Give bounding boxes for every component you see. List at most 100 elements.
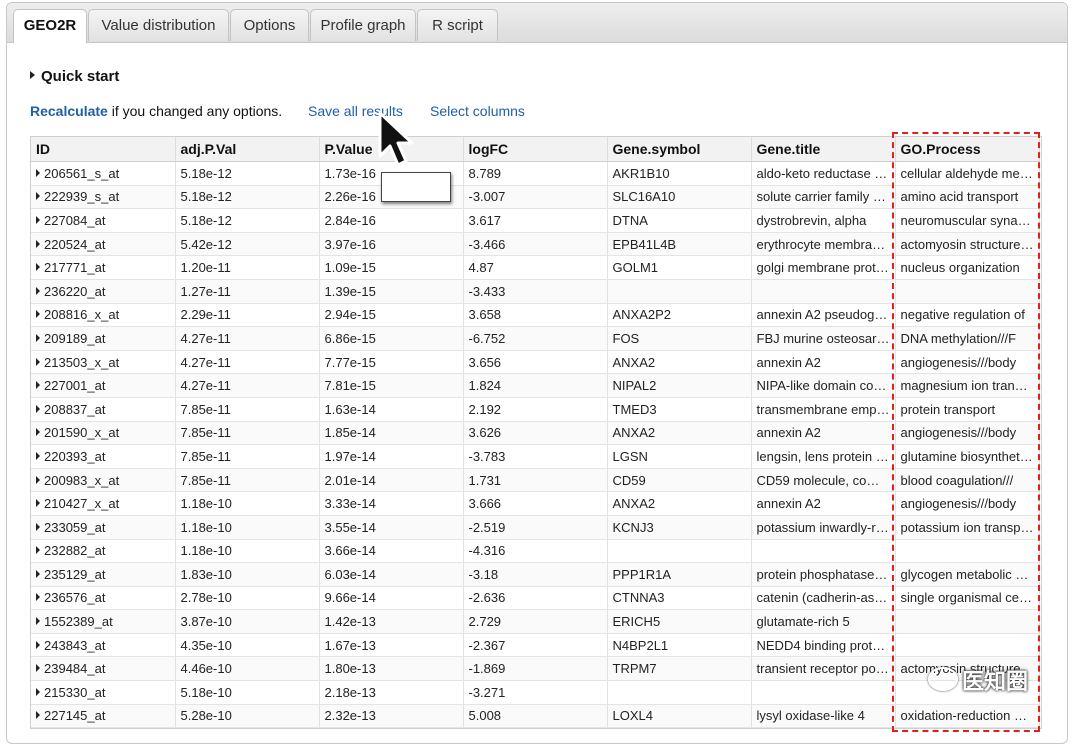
- row-expand-icon[interactable]: [36, 404, 40, 413]
- cell-adj-p-val: 4.27e-11: [175, 350, 320, 375]
- row-id-text: 236220_at: [44, 283, 106, 299]
- cell-adj-p-val: 1.18e-10: [175, 491, 320, 516]
- row-id-text: 222939_s_at: [44, 189, 120, 205]
- row-expand-icon[interactable]: [36, 168, 40, 177]
- table-row: 208837_at 7.85e-11 1.63e-14 2.192 TMED3 trans…: [31, 397, 1040, 422]
- cell-go-process: angiogenesis///body: [895, 421, 1040, 446]
- tab-profile-graph[interactable]: Profile graph: [310, 9, 416, 41]
- row-expand-icon[interactable]: [36, 522, 40, 531]
- row-expand-icon[interactable]: [36, 286, 40, 295]
- cell-gene-title: catenin (cadherin-associated protein), a…: [751, 586, 896, 611]
- cell-id: 217771_at: [31, 255, 176, 280]
- row-expand-icon[interactable]: [36, 239, 40, 248]
- cell-gene-title: protein phosphatase 1 regulatory inhibit…: [751, 562, 896, 587]
- cell-logfc: -2.367: [463, 633, 608, 658]
- row-id-text: 209189_at: [44, 330, 106, 346]
- row-expand-icon[interactable]: [36, 664, 40, 673]
- row-expand-icon[interactable]: [36, 357, 40, 366]
- expand-triangle-icon: [30, 71, 35, 79]
- tab-options[interactable]: Options: [230, 9, 309, 41]
- column-header-gene-symbol[interactable]: Gene.symbol: [607, 137, 752, 162]
- cell-go-process: protein transport: [895, 397, 1040, 422]
- cell-logfc: 8.789: [463, 161, 608, 186]
- cell-go-process: glycogen metabolic process: [895, 562, 1040, 587]
- cell-gene-symbol: ANXA2P2: [607, 303, 752, 328]
- row-expand-icon[interactable]: [36, 333, 40, 342]
- column-header-logfc[interactable]: logFC: [463, 137, 608, 162]
- cell-go-process: blood coagulation///: [895, 468, 1040, 493]
- cell-gene-title: transient receptor potential cation chan…: [751, 656, 896, 682]
- cell-adj-p-val: 7.85e-11: [175, 421, 320, 446]
- table-row: 209189_at 4.27e-11 6.86e-15 -6.752 FOS FBJ mu…: [31, 326, 1040, 351]
- cell-go-process: amino acid transport: [895, 185, 1040, 210]
- cell-logfc: -3.466: [463, 232, 608, 257]
- tab-r-script[interactable]: R script: [417, 9, 498, 41]
- column-header-id[interactable]: ID: [31, 137, 176, 162]
- table-row: 243843_at 4.35e-10 1.67e-13 -2.367 N4BP2L1 NE…: [31, 633, 1040, 658]
- tab-value-distribution[interactable]: Value distribution: [88, 9, 229, 41]
- cell-gene-symbol: LOXL4: [607, 704, 752, 729]
- cell-gene-title: glutamate-rich 5: [751, 609, 896, 634]
- row-expand-icon[interactable]: [36, 687, 40, 696]
- row-expand-icon[interactable]: [36, 499, 40, 508]
- cell-logfc: 2.729: [463, 609, 608, 634]
- cell-p-value: 1.09e-15: [319, 255, 464, 280]
- row-id-text: 220393_at: [44, 448, 106, 464]
- cell-logfc: -1.869: [463, 656, 608, 682]
- cell-p-value: 3.33e-14: [319, 491, 464, 516]
- cell-id: 227084_at: [31, 208, 176, 233]
- cell-gene-symbol: PPP1R1A: [607, 562, 752, 587]
- cell-id: 227001_at: [31, 373, 176, 398]
- row-expand-icon[interactable]: [36, 451, 40, 460]
- cell-adj-p-val: 7.85e-11: [175, 468, 320, 493]
- cell-id: 1552389_at: [31, 609, 176, 634]
- row-expand-icon[interactable]: [36, 640, 40, 649]
- cell-adj-p-val: 1.20e-11: [175, 255, 320, 280]
- cell-p-value: 1.39e-15: [319, 279, 464, 304]
- table-row: 236220_at 1.27e-11 1.39e-15 -3.433: [31, 279, 1040, 304]
- row-id-text: 239484_at: [44, 661, 106, 677]
- cell-p-value: 3.66e-14: [319, 539, 464, 564]
- table-row: 210427_x_at 1.18e-10 3.33e-14 3.666 ANXA2 ann…: [31, 491, 1040, 516]
- row-expand-icon[interactable]: [36, 593, 40, 602]
- row-expand-icon[interactable]: [36, 192, 40, 201]
- cell-go-process: negative regulation of: [895, 303, 1040, 328]
- column-header-adj-p-val[interactable]: adj.P.Val: [175, 137, 320, 162]
- cell-adj-p-val: 1.18e-10: [175, 515, 320, 540]
- row-expand-icon[interactable]: [36, 711, 40, 720]
- row-expand-icon[interactable]: [36, 475, 40, 484]
- table-row: 233059_at 1.18e-10 3.55e-14 -2.519 KCNJ3 pota…: [31, 515, 1040, 540]
- column-header-go-process[interactable]: GO.Process: [895, 137, 1040, 162]
- table-row: 213503_x_at 4.27e-11 7.77e-15 3.656 ANXA2 ann…: [31, 350, 1040, 375]
- table-row: 236576_at 2.78e-10 9.66e-14 -2.636 CTNNA3 cat…: [31, 586, 1040, 611]
- row-expand-icon[interactable]: [36, 428, 40, 437]
- row-expand-icon[interactable]: [36, 263, 40, 272]
- row-expand-icon[interactable]: [36, 569, 40, 578]
- select-columns-link[interactable]: Select columns: [430, 103, 525, 119]
- cell-gene-symbol: ANXA2: [607, 350, 752, 375]
- cell-id: 227145_at: [31, 704, 176, 729]
- recalculate-link[interactable]: Recalculate: [30, 103, 108, 119]
- cell-adj-p-val: 1.83e-10: [175, 562, 320, 587]
- cell-go-process: [895, 279, 1040, 304]
- row-expand-icon[interactable]: [36, 310, 40, 319]
- row-expand-icon[interactable]: [36, 215, 40, 224]
- row-expand-icon[interactable]: [36, 546, 40, 555]
- cell-p-value: 1.42e-13: [319, 609, 464, 634]
- row-expand-icon[interactable]: [36, 617, 40, 626]
- cell-gene-title: transmembrane emp24 protein transport do…: [751, 397, 896, 422]
- cell-logfc: -3.783: [463, 444, 608, 469]
- cell-gene-symbol: NIPAL2: [607, 373, 752, 398]
- row-expand-icon[interactable]: [36, 381, 40, 390]
- row-id-text: 200983_x_at: [44, 472, 120, 488]
- column-header-gene-title[interactable]: Gene.title: [751, 137, 896, 162]
- table-row: 208816_x_at 2.29e-11 2.94e-15 3.658 ANXA2P2 a…: [31, 303, 1040, 328]
- cell-go-process: [895, 633, 1040, 658]
- cell-adj-p-val: 2.78e-10: [175, 586, 320, 611]
- tab-geo2r[interactable]: GEO2R: [13, 9, 87, 43]
- cell-p-value: 2.84e-16: [319, 208, 464, 233]
- cell-gene-title: potassium inwardly-rectifying channel: [751, 515, 896, 540]
- cell-p-value: 1.85e-14: [319, 421, 464, 446]
- quick-start-toggle[interactable]: Quick start: [30, 68, 119, 85]
- quick-start-label: Quick start: [41, 68, 120, 85]
